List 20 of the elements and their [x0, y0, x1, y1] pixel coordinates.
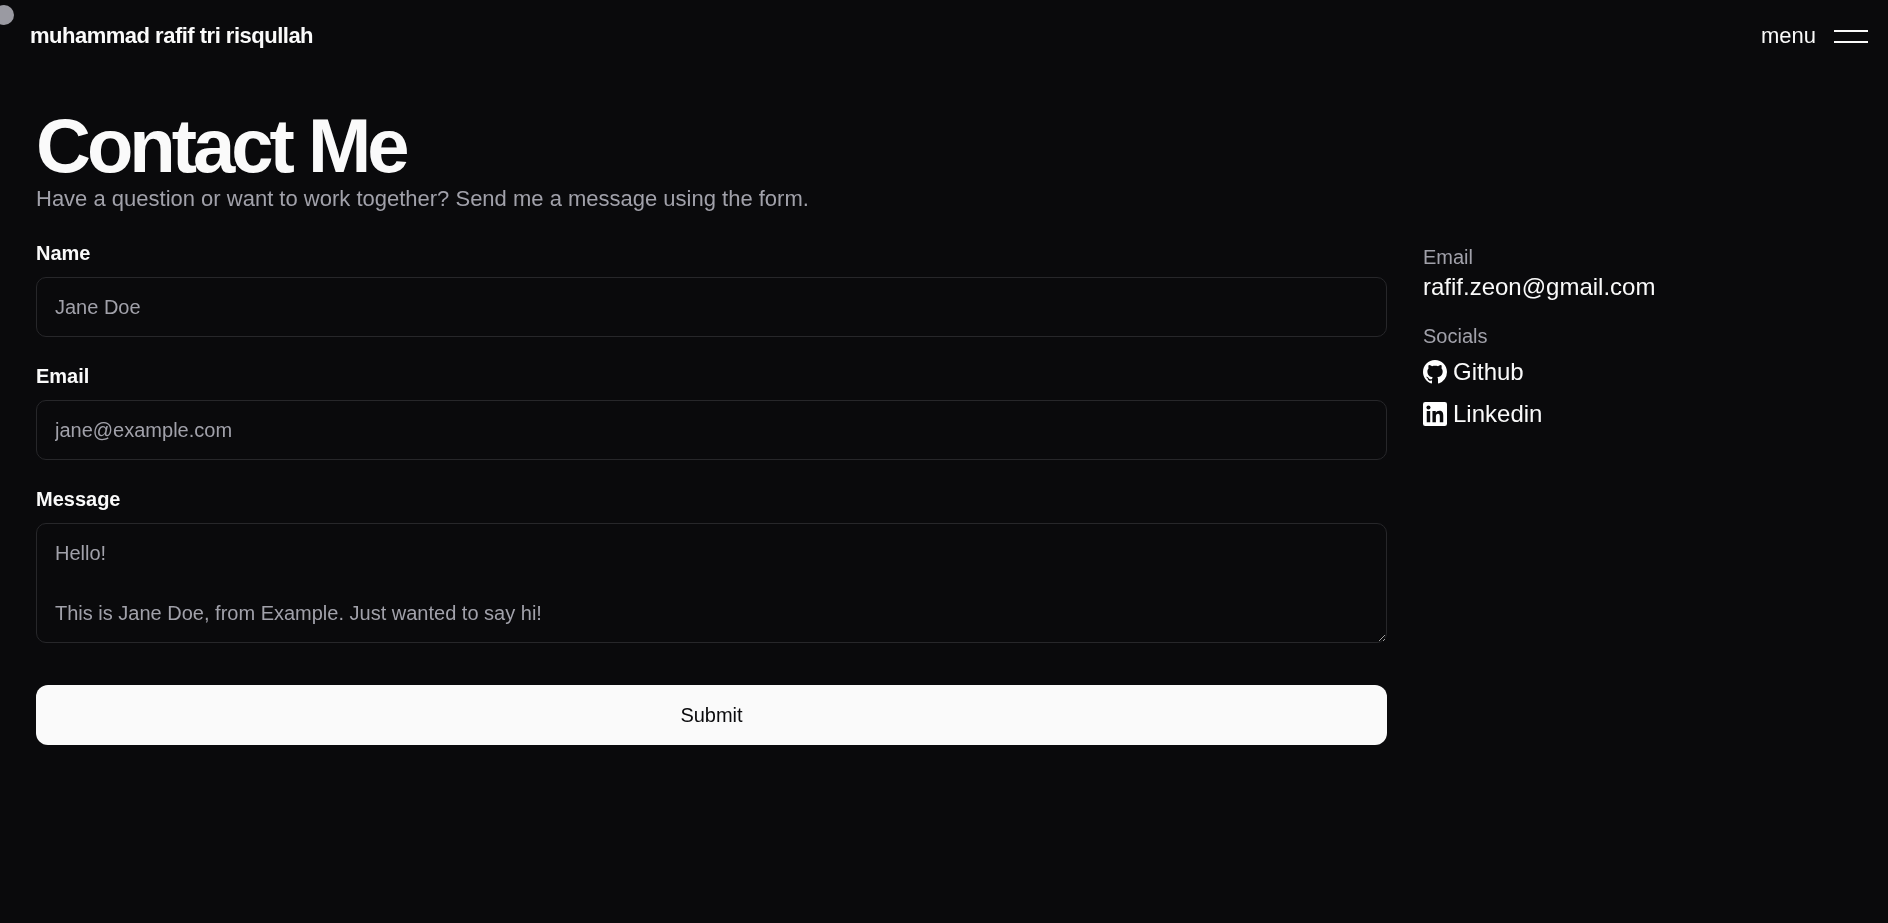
- section-label: Socials: [1423, 325, 1488, 349]
- email-link[interactable]: rafif.zeon@gmail.com: [1423, 273, 1656, 302]
- site-name[interactable]: muhammad rafif tri risqullah: [30, 23, 314, 49]
- github-icon: [1423, 360, 1447, 385]
- page-title: Contact Me: [36, 110, 408, 183]
- page-subtitle: Have a question or want to work together? Send me a message using the form.: [36, 186, 810, 213]
- linkedin-icon: [1423, 402, 1447, 427]
- menu-button[interactable]: menu: [1760, 23, 1868, 49]
- field-label: Email: [36, 365, 91, 389]
- social-link[interactable]: Github: [1423, 354, 1524, 391]
- input-field[interactable]: jane@example.com: [36, 400, 1387, 461]
- menu-icon: [1834, 29, 1868, 43]
- input-field[interactable]: Jane Doe: [36, 277, 1387, 338]
- social-link[interactable]: Linkedin: [1423, 396, 1543, 433]
- field-label: Name: [36, 242, 92, 266]
- submit-button[interactable]: Submit: [36, 685, 1387, 746]
- section-label: Email: [1423, 246, 1473, 270]
- field-label: Message: [36, 488, 122, 512]
- cursor-dot: [0, 5, 14, 25]
- message-field[interactable]: Hello! This is Jane Doe, from Example. Just wanted to say hi!: [36, 523, 1387, 644]
